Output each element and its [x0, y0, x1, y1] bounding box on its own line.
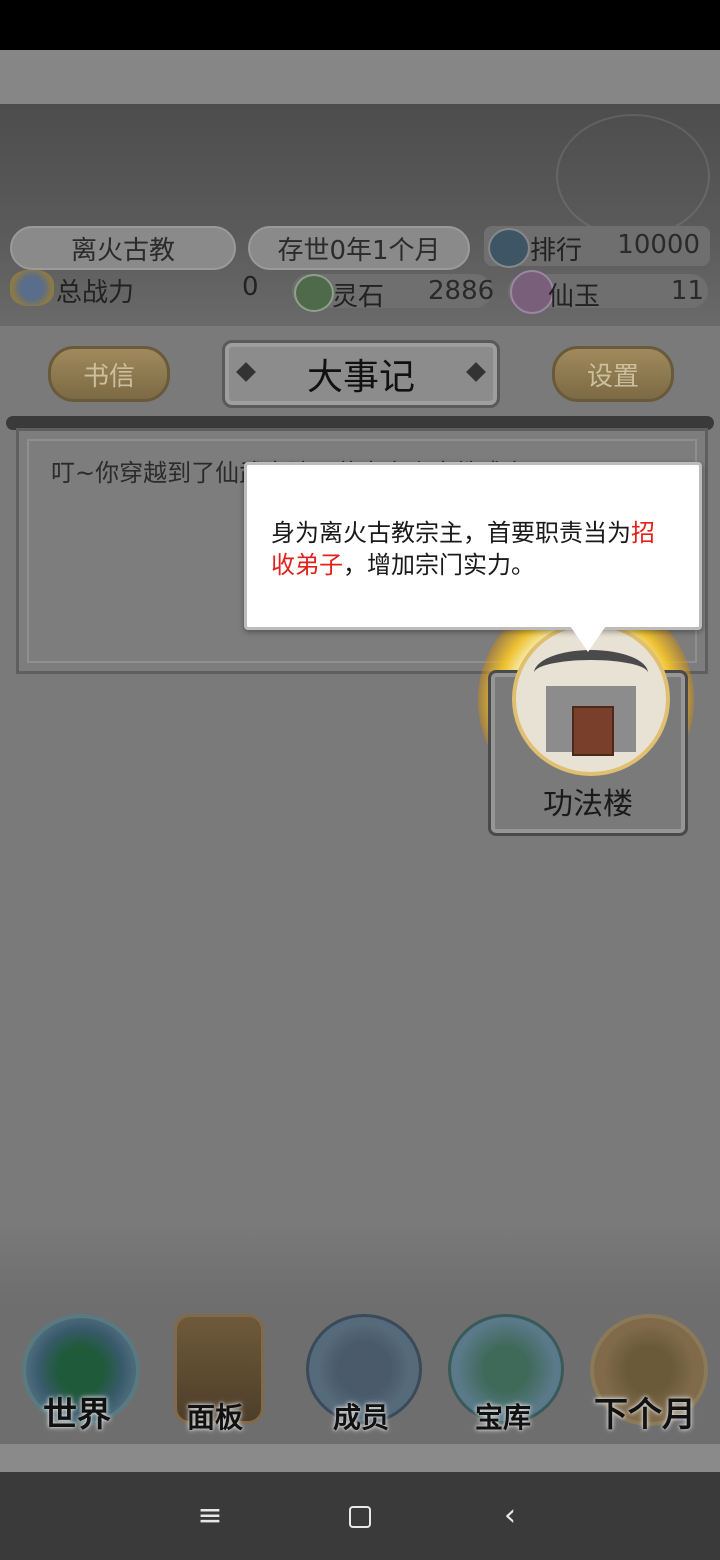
rank-icon: [488, 228, 530, 268]
hall-door: [572, 706, 614, 756]
nav-world-button[interactable]: 世界: [12, 1314, 142, 1440]
battle-power-value: 0: [242, 272, 259, 302]
existence-time: 存世0年1个月: [277, 235, 441, 266]
tutorial-text-start: 身为离火古教宗主，首要职责当为: [271, 519, 631, 547]
spirit-stone-label: 灵石: [332, 282, 385, 312]
technique-hall-label: 功法楼: [543, 787, 633, 822]
cloud-swirl-decoration: [556, 114, 710, 238]
home-icon[interactable]: [340, 1500, 380, 1535]
bottom-gap: [0, 1444, 720, 1472]
settings-button-label: 设置: [586, 361, 639, 392]
diamond-ornament-icon: [236, 362, 256, 382]
diamond-ornament-icon: [466, 362, 486, 382]
nav-treasury-label: 宝库: [474, 1401, 531, 1434]
battle-power-label: 总战力: [56, 278, 135, 308]
battle-power-icon: [10, 270, 54, 306]
rank-label: 排行: [530, 236, 583, 266]
next-month-button[interactable]: 下个月: [580, 1314, 710, 1440]
spirit-stone-value: 2886: [428, 276, 495, 306]
nav-members-button[interactable]: 成员: [296, 1314, 426, 1440]
tutorial-text-end: ，增加宗门实力。: [343, 551, 535, 579]
nav-panel-button[interactable]: 面板: [150, 1314, 280, 1440]
rank-value: 10000: [617, 230, 700, 260]
sect-name-badge: 离火古教: [10, 226, 236, 270]
home-square: [349, 1506, 371, 1528]
mail-button-label: 书信: [82, 361, 135, 392]
menu-icon[interactable]: ≡: [190, 1500, 230, 1532]
nav-panel-label: 面板: [186, 1401, 243, 1434]
tutorial-tooltip[interactable]: 身为离火古教宗主，首要职责当为招收弟子，增加宗门实力。: [244, 462, 702, 630]
nav-treasury-button[interactable]: 宝库: [438, 1314, 568, 1440]
existence-badge: 存世0年1个月: [248, 226, 470, 270]
jade-label: 仙玉: [548, 282, 601, 312]
mail-button[interactable]: 书信: [48, 346, 170, 402]
back-icon[interactable]: ‹: [490, 1500, 530, 1532]
next-month-label: 下个月: [594, 1395, 696, 1435]
tutorial-text: 身为离火古教宗主，首要职责当为招收弟子，增加宗门实力。: [271, 517, 675, 581]
nav-world-label: 世界: [43, 1395, 111, 1435]
jade-value: 11: [670, 276, 704, 306]
sect-name: 离火古教: [70, 235, 175, 266]
chronicle-title-plaque: 大事记: [222, 340, 500, 408]
top-strip: [0, 50, 720, 104]
status-bar: [0, 0, 720, 50]
settings-button[interactable]: 设置: [552, 346, 674, 402]
mountain-mist-decoration: [0, 1220, 720, 1310]
nav-members-label: 成员: [332, 1401, 389, 1434]
spirit-stone-icon: [294, 274, 334, 312]
page-title: 大事记: [306, 357, 415, 398]
tooltip-pointer-icon: [566, 620, 610, 652]
